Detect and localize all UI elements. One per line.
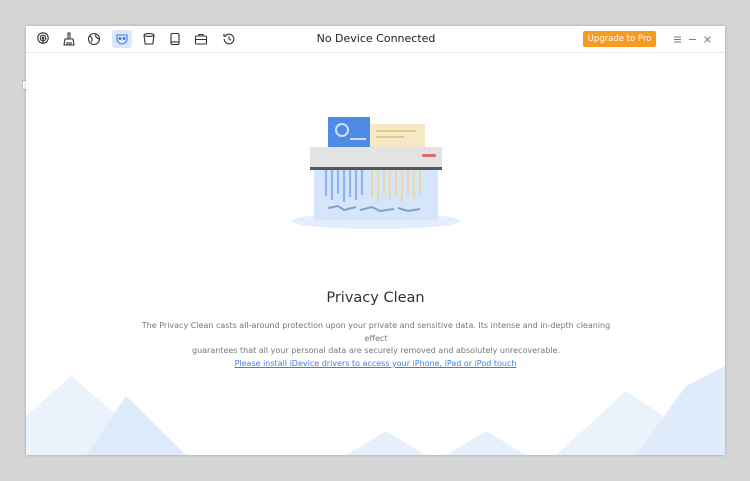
broom-icon[interactable] [59, 30, 79, 48]
feature-description: The Privacy Clean casts all-around prote… [141, 320, 611, 358]
globe-icon[interactable] [84, 30, 104, 48]
title-bar: No Device Connected Upgrade to Pro [26, 26, 725, 53]
history-icon[interactable] [219, 30, 239, 48]
install-drivers-link[interactable]: Please install iDevice drivers to access… [26, 359, 725, 368]
window-title: No Device Connected [316, 32, 436, 45]
upgrade-to-pro-button[interactable]: Upgrade to Pro [583, 31, 656, 47]
briefcase-icon[interactable] [191, 30, 211, 48]
page-title: Privacy Clean [326, 290, 425, 306]
shredder-illustration [292, 117, 460, 229]
description-line-1: The Privacy Clean casts all-around prote… [141, 321, 611, 343]
minimize-icon[interactable] [686, 31, 698, 47]
bucket-icon[interactable] [139, 30, 159, 48]
podcast-icon[interactable] [33, 30, 53, 48]
book-icon[interactable] [165, 30, 185, 48]
app-window: No Device Connected Upgrade to Pro Priva… [26, 26, 725, 455]
mask-icon[interactable] [112, 30, 132, 48]
menu-icon[interactable] [671, 31, 683, 47]
description-line-2: guarantees that all your personal data a… [191, 346, 560, 355]
close-icon[interactable] [701, 31, 713, 47]
